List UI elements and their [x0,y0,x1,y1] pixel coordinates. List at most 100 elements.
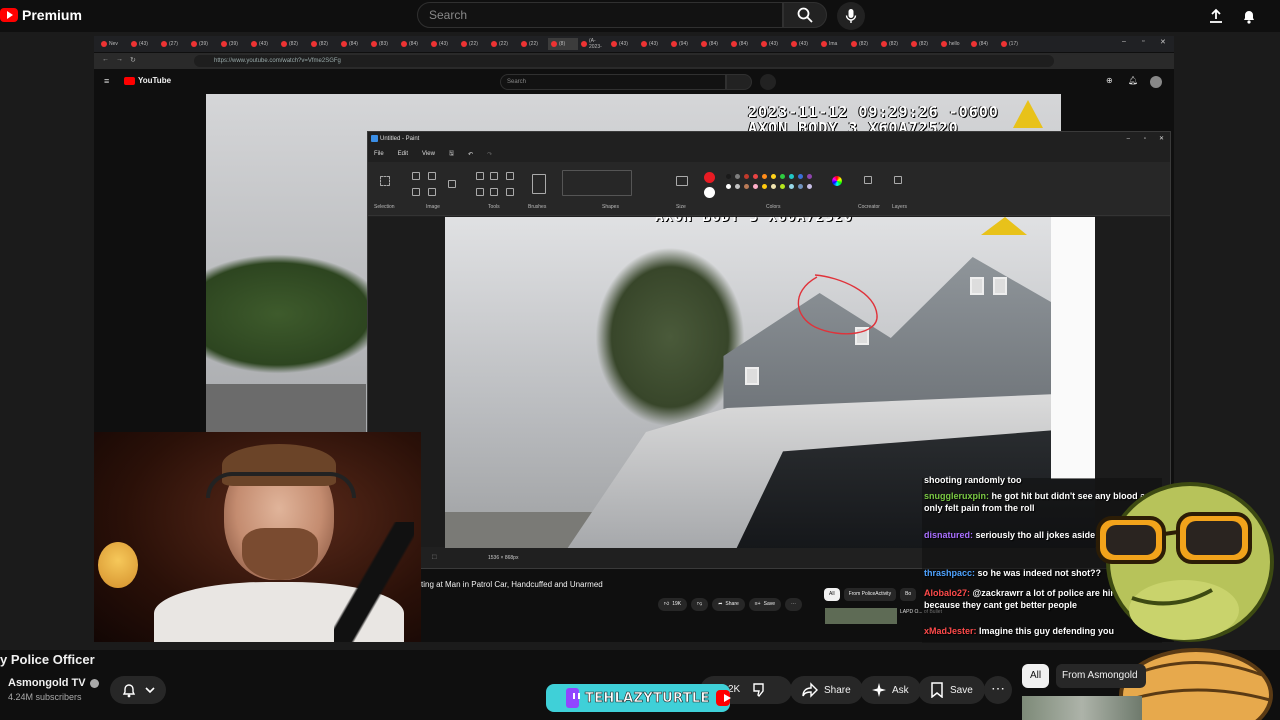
size-icon[interactable] [676,176,688,186]
inner-dislike-button[interactable]: 👎︎ [691,597,709,611]
palette-swatch[interactable] [780,184,785,189]
paint-minimize-icon[interactable]: – [1127,132,1130,146]
inner-youtube-logo[interactable]: YouTube [124,76,171,85]
menu-edit[interactable]: Edit [398,151,408,157]
palette-swatch[interactable] [798,184,803,189]
undo-icon[interactable]: ↶ [468,151,473,158]
inner-create-icon[interactable]: ⊕ [1106,76,1113,85]
save-icon[interactable]: 🖫︎ [449,149,454,159]
layers-icon[interactable] [894,176,902,184]
search-button[interactable] [783,2,827,28]
youtube-premium-logo[interactable]: Premium [0,7,82,23]
palette-swatch[interactable] [789,174,794,179]
rotate-icon[interactable] [428,172,436,180]
palette-swatch[interactable] [753,184,758,189]
browser-tab[interactable]: (43) [638,38,668,50]
menu-file[interactable]: File [374,151,384,157]
inner-share-button[interactable]: ➦ Share [712,597,745,611]
browser-tab[interactable]: (43) [248,38,278,50]
channel-name-row[interactable]: Asmongold TV [8,677,99,689]
flip-icon[interactable] [428,188,436,196]
browser-tab[interactable]: (82) [908,38,938,50]
inner-search-input[interactable]: Search [500,74,726,90]
browser-tab[interactable]: (22) [488,38,518,50]
browser-tab[interactable]: (82) [878,38,908,50]
ask-button[interactable]: Ask [860,676,921,704]
inner-avatar[interactable] [1150,76,1162,88]
inner-more-button[interactable]: ⋯ [785,597,803,611]
upload-button[interactable] [1205,5,1227,27]
chip-all[interactable]: All [1022,664,1050,688]
browser-tab[interactable]: (82) [308,38,338,50]
channel-name[interactable]: Asmongold TV [8,677,86,689]
browser-tab[interactable]: hello [938,38,968,50]
brush-icon[interactable] [532,174,546,194]
browser-tab[interactable]: Ima [818,38,848,50]
browser-tab[interactable]: (17) [998,38,1028,50]
browser-tab[interactable]: (82) [278,38,308,50]
palette-swatch[interactable] [762,174,767,179]
back-icon[interactable]: ← [102,56,109,63]
browser-tab[interactable]: (8) [548,38,578,50]
dislike-button[interactable] [752,676,768,704]
palette-swatch[interactable] [771,174,776,179]
crop-icon[interactable] [412,172,420,180]
inner-microphone-icon[interactable] [760,74,776,90]
url-field[interactable]: https://www.youtube.com/watch?v=Vfme2SGF… [194,55,1054,67]
text-icon[interactable] [506,172,514,180]
browser-tab[interactable]: (22) [458,38,488,50]
palette-swatch[interactable] [744,174,749,179]
palette-swatch[interactable] [744,184,749,189]
browser-tab[interactable]: (94) [668,38,698,50]
inner-like-button[interactable]: 👍︎ 19K [658,597,688,611]
palette-swatch[interactable] [726,174,731,179]
palette-swatch[interactable] [762,184,767,189]
select-tool-icon[interactable] [380,176,390,186]
browser-tab[interactable]: (84) [338,38,368,50]
related-thumbnail[interactable] [1022,696,1142,720]
cocreator-icon[interactable] [864,176,872,184]
save-button[interactable]: Save [918,676,985,704]
browser-tab[interactable]: (84) [398,38,428,50]
browser-tab[interactable]: (43) [608,38,638,50]
browser-tab[interactable]: (84) [698,38,728,50]
forward-icon[interactable]: → [116,56,123,63]
palette-swatch[interactable] [771,184,776,189]
image-search-icon[interactable] [448,180,456,188]
browser-tab[interactable]: (A-2023- [578,38,608,50]
subscribed-bell-button[interactable] [110,676,166,704]
browser-tab[interactable]: (22) [518,38,548,50]
search-input[interactable]: Search [417,2,783,28]
palette-swatch[interactable] [780,174,785,179]
inner-save-button[interactable]: ≡+ Save [748,597,782,611]
reload-icon[interactable]: ↻ [130,56,136,64]
browser-tab[interactable]: (84) [968,38,998,50]
browser-tab[interactable]: (82) [848,38,878,50]
paint-maximize-icon[interactable]: ▫ [1144,132,1146,146]
palette-swatch[interactable] [735,174,740,179]
palette-swatch[interactable] [798,174,803,179]
browser-tab[interactable]: (43) [788,38,818,50]
color-picker-icon[interactable] [490,188,498,196]
palette-swatch[interactable] [735,184,740,189]
chip-more[interactable]: Bo [900,588,917,601]
eraser-icon[interactable] [476,188,484,196]
primary-color[interactable] [704,172,715,183]
related-video-thumbnail[interactable] [825,608,897,624]
browser-tab[interactable]: (43) [758,38,788,50]
palette-swatch[interactable] [789,184,794,189]
pencil-icon[interactable] [476,172,484,180]
browser-tab[interactable]: (43) [128,38,158,50]
browser-tab[interactable]: (39) [188,38,218,50]
inner-bell-icon[interactable]: 🔔︎ [1128,76,1138,85]
browser-tab[interactable]: (83) [368,38,398,50]
notifications-button[interactable] [1238,5,1260,27]
shapes-gallery[interactable] [562,170,632,196]
palette-swatch[interactable] [807,184,812,189]
browser-tab[interactable]: (84) [728,38,758,50]
fill-icon[interactable] [490,172,498,180]
palette-swatch[interactable] [753,174,758,179]
voice-search-button[interactable] [837,2,865,30]
more-actions-button[interactable]: ⋯ [984,676,1012,704]
resize-icon[interactable] [412,188,420,196]
